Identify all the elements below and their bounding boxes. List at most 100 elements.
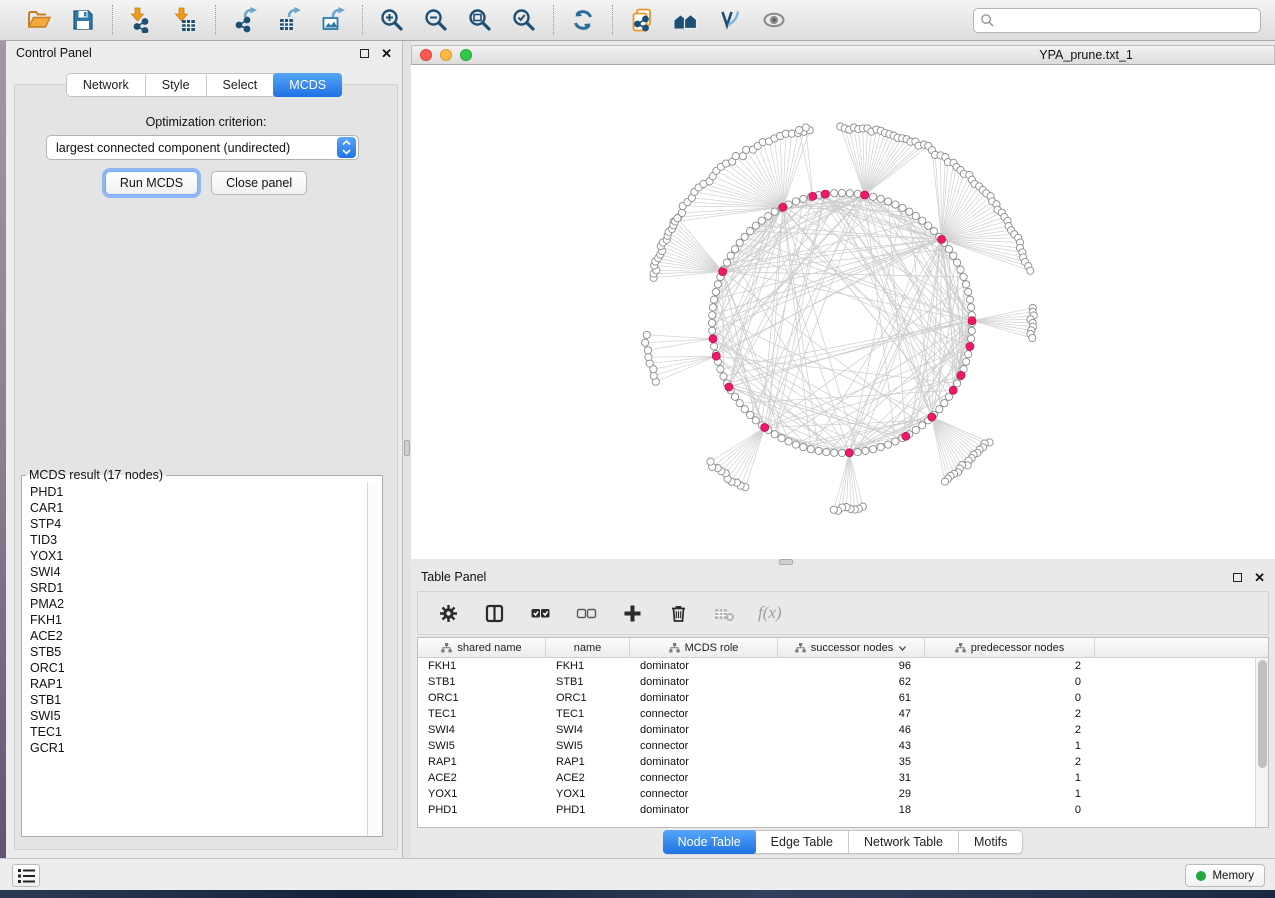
table-row[interactable]: ORC1ORC1dominator610 bbox=[418, 690, 1268, 706]
import-network-button[interactable] bbox=[127, 5, 157, 35]
delete-table-button bbox=[712, 601, 736, 625]
tab-style[interactable]: Style bbox=[146, 74, 207, 96]
mcds-result-item[interactable]: STB1 bbox=[30, 692, 366, 708]
mcds-result-item[interactable]: TEC1 bbox=[30, 724, 366, 740]
search-box[interactable] bbox=[973, 8, 1261, 33]
function-builder-icon: f(x) bbox=[758, 603, 782, 623]
cell-name: SWI4 bbox=[546, 722, 630, 738]
cell-MCDS-role: dominator bbox=[630, 658, 778, 674]
table-tabs: Node TableEdge TableNetwork TableMotifs bbox=[411, 830, 1275, 854]
mcds-result-item[interactable]: PMA2 bbox=[30, 596, 366, 612]
table-row[interactable]: SWI5SWI5connector431 bbox=[418, 738, 1268, 754]
vertical-splitter-handle[interactable] bbox=[404, 440, 410, 456]
deselect-all-rows-button[interactable] bbox=[574, 601, 598, 625]
network-from-file-button[interactable] bbox=[627, 5, 657, 35]
table-row[interactable]: RAP1RAP1dominator352 bbox=[418, 754, 1268, 770]
close-panel-button[interactable]: Close panel bbox=[211, 171, 307, 195]
table-row[interactable]: STB1STB1dominator620 bbox=[418, 674, 1268, 690]
refresh-view-button[interactable] bbox=[568, 5, 598, 35]
mcds-result-item[interactable]: GCR1 bbox=[30, 740, 366, 756]
table-row[interactable]: YOX1YOX1connector291 bbox=[418, 786, 1268, 802]
mcds-result-item[interactable]: STP4 bbox=[30, 516, 366, 532]
tab-edge-table[interactable]: Edge Table bbox=[756, 831, 849, 853]
column-header-MCDS-role[interactable]: MCDS role bbox=[630, 638, 778, 658]
tab-motifs[interactable]: Motifs bbox=[959, 831, 1022, 853]
list-icon bbox=[18, 869, 35, 883]
close-window-icon[interactable] bbox=[420, 49, 432, 61]
mcds-result-list[interactable]: PHD1CAR1STP4TID3YOX1SWI4SRD1PMA2FKH1ACE2… bbox=[23, 484, 366, 835]
mcds-result-item[interactable]: TID3 bbox=[30, 532, 366, 548]
table-float-window-icon[interactable] bbox=[1233, 573, 1242, 582]
zoom-in-button[interactable] bbox=[377, 5, 407, 35]
tab-mcds[interactable]: MCDS bbox=[273, 73, 342, 97]
save-session-button[interactable] bbox=[68, 5, 98, 35]
function-builder-button: f(x) bbox=[758, 601, 782, 625]
mcds-result-item[interactable]: CAR1 bbox=[30, 500, 366, 516]
zoom-selected-button[interactable] bbox=[509, 5, 539, 35]
table-row[interactable]: SWI4SWI4dominator462 bbox=[418, 722, 1268, 738]
table-row[interactable]: TEC1TEC1connector472 bbox=[418, 706, 1268, 722]
cell-name: TEC1 bbox=[546, 706, 630, 722]
mcds-result-item[interactable]: RAP1 bbox=[30, 676, 366, 692]
cell-name: FKH1 bbox=[546, 658, 630, 674]
table-row[interactable]: PHD1PHD1dominator180 bbox=[418, 802, 1268, 818]
hide-selected-button[interactable] bbox=[759, 5, 789, 35]
export-image-button[interactable] bbox=[318, 5, 348, 35]
mcds-result-item[interactable]: SWI4 bbox=[30, 564, 366, 580]
cell-name: STB1 bbox=[546, 674, 630, 690]
close-panel-icon[interactable]: ✕ bbox=[381, 49, 392, 58]
column-header-shared-name[interactable]: shared name bbox=[418, 638, 546, 658]
result-list-scrollbar[interactable] bbox=[367, 482, 382, 836]
column-header-name[interactable]: name bbox=[546, 638, 630, 658]
cell-MCDS-role: dominator bbox=[630, 802, 778, 818]
criterion-select[interactable]: largest connected component (undirected) bbox=[46, 135, 359, 160]
mcds-result-item[interactable]: PHD1 bbox=[30, 484, 366, 500]
network-canvas[interactable] bbox=[411, 65, 1275, 559]
open-file-button[interactable] bbox=[24, 5, 54, 35]
tab-network[interactable]: Network bbox=[67, 74, 146, 96]
table-settings-button[interactable] bbox=[436, 601, 460, 625]
cell-successor-nodes: 47 bbox=[778, 706, 925, 722]
mcds-result-item[interactable]: FKH1 bbox=[30, 612, 366, 628]
mcds-result-item[interactable]: ACE2 bbox=[30, 628, 366, 644]
import-table-button[interactable] bbox=[171, 5, 201, 35]
search-input[interactable] bbox=[999, 11, 1260, 31]
first-neighbors-button[interactable] bbox=[671, 5, 701, 35]
zoom-fit-button[interactable] bbox=[465, 5, 495, 35]
table-close-panel-icon[interactable]: ✕ bbox=[1254, 573, 1265, 582]
mcds-result-item[interactable]: SRD1 bbox=[30, 580, 366, 596]
delete-column-button[interactable] bbox=[666, 601, 690, 625]
export-network-button[interactable] bbox=[230, 5, 260, 35]
column-header-predecessor-nodes[interactable]: predecessor nodes bbox=[925, 638, 1095, 658]
mcds-result-item[interactable]: YOX1 bbox=[30, 548, 366, 564]
control-panel-title: Control Panel bbox=[16, 46, 92, 60]
table-row[interactable]: ACE2ACE2connector311 bbox=[418, 770, 1268, 786]
export-table-button[interactable] bbox=[274, 5, 304, 35]
show-columns-icon bbox=[484, 603, 505, 624]
float-window-icon[interactable] bbox=[360, 49, 369, 58]
mcds-result-item[interactable]: STB5 bbox=[30, 644, 366, 660]
maximize-window-icon[interactable] bbox=[460, 49, 472, 61]
show-panels-button[interactable] bbox=[12, 864, 40, 887]
tab-select[interactable]: Select bbox=[207, 74, 275, 96]
memory-button[interactable]: Memory bbox=[1185, 864, 1265, 887]
zoom-out-button[interactable] bbox=[421, 5, 451, 35]
run-mcds-button[interactable]: Run MCDS bbox=[105, 171, 198, 195]
tab-network-table[interactable]: Network Table bbox=[849, 831, 959, 853]
mcds-result-item[interactable]: ORC1 bbox=[30, 660, 366, 676]
vizmapper-button[interactable] bbox=[715, 5, 745, 35]
show-columns-button[interactable] bbox=[482, 601, 506, 625]
network-window-titlebar: YPA_prune.txt_1 bbox=[411, 45, 1275, 65]
table-row[interactable]: FKH1FKH1dominator962 bbox=[418, 658, 1268, 674]
cell-shared-name: ORC1 bbox=[418, 690, 546, 706]
select-all-rows-button[interactable] bbox=[528, 601, 552, 625]
mcds-result-item[interactable]: SWI5 bbox=[30, 708, 366, 724]
column-header-successor-nodes[interactable]: successor nodes bbox=[778, 638, 925, 658]
tab-node-table[interactable]: Node Table bbox=[663, 830, 757, 854]
cell-shared-name: FKH1 bbox=[418, 658, 546, 674]
minimize-window-icon[interactable] bbox=[440, 49, 452, 61]
cell-MCDS-role: dominator bbox=[630, 674, 778, 690]
table-scrollbar[interactable] bbox=[1255, 658, 1268, 827]
table-scrollbar-thumb[interactable] bbox=[1258, 660, 1267, 768]
add-column-button[interactable] bbox=[620, 601, 644, 625]
